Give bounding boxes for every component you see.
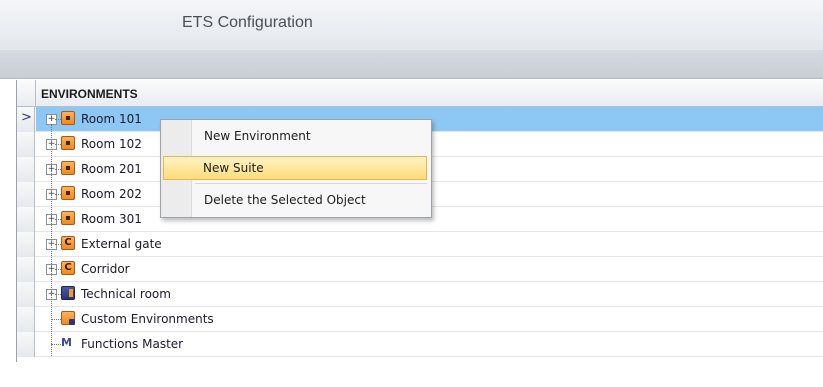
common-area-icon: C: [61, 236, 75, 250]
tree-vertical-line: [51, 124, 52, 356]
node-label: Room 102: [81, 137, 142, 151]
common-area-icon: C: [61, 261, 75, 275]
room-icon: [61, 111, 75, 125]
tree-row[interactable]: M Functions Master: [17, 332, 823, 357]
room-icon: [61, 161, 75, 175]
tree-cell[interactable]: [36, 257, 823, 281]
functions-master-icon: M: [61, 336, 72, 349]
node-label: Room 201: [81, 162, 142, 176]
row-indicator[interactable]: [17, 307, 35, 332]
tree-connector: [51, 344, 61, 345]
menu-item-new-environment[interactable]: New Environment: [163, 124, 427, 148]
row-indicator[interactable]: [17, 257, 35, 282]
column-header-environments[interactable]: ENVIRONMENTS: [41, 87, 138, 101]
tree-connector: [51, 319, 61, 320]
menu-item-label: New Suite: [203, 161, 264, 175]
header-corner: [17, 80, 36, 106]
context-menu: New Environment New Suite Delete the Sel…: [160, 119, 432, 218]
grid-header: ENVIRONMENTS: [17, 80, 823, 107]
title-bar: ETS Configuration: [0, 0, 823, 51]
tree-row[interactable]: + C External gate: [17, 232, 823, 257]
current-row-arrow-icon: >: [21, 110, 32, 125]
window-title: ETS Configuration: [182, 14, 313, 31]
node-label: Custom Environments: [81, 312, 214, 326]
row-indicator[interactable]: [17, 182, 35, 207]
technical-room-icon: [61, 286, 75, 300]
node-label: External gate: [81, 237, 162, 251]
menu-separator: [195, 183, 427, 184]
tree-row[interactable]: + C Corridor: [17, 257, 823, 282]
row-indicator[interactable]: [17, 207, 35, 232]
row-indicator[interactable]: [17, 282, 35, 307]
room-icon: [61, 136, 75, 150]
node-label: Room 202: [81, 187, 142, 201]
node-label: Room 301: [81, 212, 142, 226]
row-indicator[interactable]: [17, 157, 35, 182]
row-indicator[interactable]: [17, 332, 35, 357]
row-indicator[interactable]: [17, 132, 35, 157]
menu-item-label: New Environment: [204, 129, 311, 143]
tree-row[interactable]: + Technical room: [17, 282, 823, 307]
row-indicator[interactable]: >: [17, 107, 35, 132]
room-icon: [61, 211, 75, 225]
node-label: Corridor: [81, 262, 130, 276]
menu-item-new-suite[interactable]: New Suite: [163, 156, 427, 180]
node-label: Technical room: [81, 287, 171, 301]
node-label: Room 101: [81, 112, 142, 126]
menu-item-label: Delete the Selected Object: [204, 193, 366, 207]
menu-item-delete-selected-object[interactable]: Delete the Selected Object: [163, 188, 427, 212]
custom-environment-icon: [61, 311, 75, 325]
room-icon: [61, 186, 75, 200]
row-indicator[interactable]: [17, 232, 35, 257]
toolbar: [0, 50, 823, 79]
node-label: Functions Master: [81, 337, 184, 351]
tree-row[interactable]: Custom Environments: [17, 307, 823, 332]
